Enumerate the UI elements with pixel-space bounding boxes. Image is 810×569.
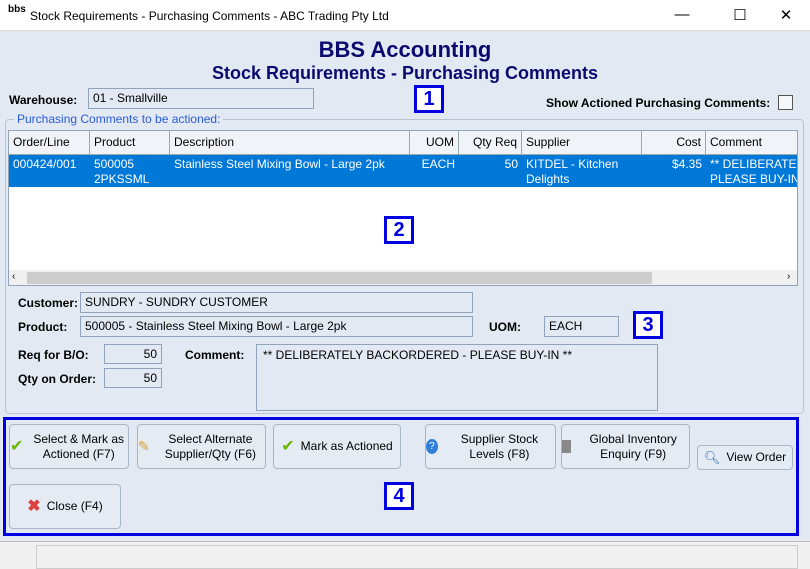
comment-label: Comment: (185, 348, 245, 362)
comment-line-1: ** DELIBERATE (710, 157, 797, 171)
status-panel (36, 545, 798, 569)
cell-uom: EACH (421, 157, 455, 171)
supplier-stock-levels-button[interactable]: ? Supplier Stock Levels (F8) (425, 424, 556, 469)
maximize-button[interactable]: ☐ (725, 6, 755, 24)
uom-field: EACH (544, 316, 619, 337)
group-label: Purchasing Comments to be actioned: (14, 112, 224, 126)
select-alternate-supplier-button[interactable]: ✎ Select Alternate Supplier/Qty (F6) (137, 424, 266, 469)
cell-description: Stainless Steel Mixing Bowl - Large 2pk (174, 157, 385, 171)
app-title: BBS Accounting (318, 37, 492, 62)
cell-cost: $4.35 (671, 157, 702, 171)
product-code: 500005 (94, 157, 135, 171)
mark-actioned-button[interactable]: ✔ Mark as Actioned (273, 424, 401, 469)
global-inventory-enquiry-button[interactable]: Global Inventory Enquiry (F9) (561, 424, 690, 469)
title-bar: bbs Stock Requirements - Purchasing Comm… (0, 0, 810, 31)
show-actioned-checkbox[interactable] (778, 95, 793, 110)
scroll-left-icon[interactable]: ‹ (12, 271, 15, 282)
close-button[interactable]: ✖ Close (F4) (9, 484, 121, 529)
scroll-right-icon[interactable]: › (787, 271, 790, 282)
comment-field[interactable]: ** DELIBERATELY BACKORDERED - PLEASE BUY… (256, 344, 658, 411)
product-label: Product: (18, 320, 68, 334)
req-bo-field: 50 (104, 344, 162, 364)
cell-comment: ** DELIBERATE PLEASE BUY-IN (706, 157, 798, 187)
col-product[interactable]: Product (90, 131, 170, 155)
window-title: Stock Requirements - Purchasing Comments… (30, 9, 389, 23)
check-icon: ✔ (10, 438, 24, 455)
scrollbar-thumb[interactable] (27, 272, 652, 284)
cell-order-line: 000424/001 (13, 157, 77, 171)
req-bo-label: Req for B/O: (18, 348, 89, 362)
edit-note-icon: ✎ (138, 438, 150, 454)
marker-1: 1 (414, 85, 444, 113)
minimize-button[interactable]: — (667, 6, 697, 23)
warehouse-label: Warehouse: (9, 93, 78, 107)
marker-3: 3 (633, 311, 663, 339)
table-row[interactable]: 000424/001 500005 2PKSSML Stainless Steel… (9, 155, 798, 187)
customer-label: Customer: (18, 296, 79, 310)
horizontal-scrollbar[interactable]: ‹ › (9, 270, 797, 285)
col-qty-req[interactable]: Qty Req (459, 131, 522, 155)
col-uom[interactable]: UOM (410, 131, 459, 155)
marker-4: 4 (384, 482, 414, 510)
col-order-line[interactable]: Order/Line (9, 131, 90, 155)
help-icon: ? (426, 439, 438, 454)
close-x-icon: ✖ (27, 498, 41, 515)
status-bar (0, 541, 810, 569)
cell-product: 500005 2PKSSML (90, 157, 170, 187)
uom-label: UOM: (489, 320, 521, 334)
product-field: 500005 - Stainless Steel Mixing Bowl - L… (80, 316, 473, 337)
supplier-line-1: KITDEL - Kitchen (526, 157, 619, 171)
product-code-2: 2PKSSML (94, 172, 150, 186)
col-supplier[interactable]: Supplier (522, 131, 642, 155)
cabinet-icon (562, 440, 572, 453)
qty-on-order-field: 50 (104, 368, 162, 388)
marker-2: 2 (384, 216, 414, 244)
comments-table[interactable]: Order/Line Product Description UOM Qty R… (8, 130, 798, 286)
select-mark-actioned-button[interactable]: ✔ Select & Mark as Actioned (F7) (9, 424, 129, 469)
page-title: Stock Requirements - Purchasing Comments (211, 63, 599, 83)
col-cost[interactable]: Cost (642, 131, 706, 155)
show-actioned-label: Show Actioned Purchasing Comments: (546, 96, 771, 110)
supplier-line-2: Delights (526, 172, 570, 186)
cell-qty-req: 50 (504, 157, 518, 171)
col-description[interactable]: Description (170, 131, 410, 155)
comment-line-2: PLEASE BUY-IN (710, 172, 798, 186)
check-icon: ✔ (281, 438, 295, 455)
qty-on-order-label: Qty on Order: (18, 372, 97, 386)
app-logo-icon: bbs (8, 4, 26, 15)
customer-field: SUNDRY - SUNDRY CUSTOMER (80, 292, 473, 313)
close-window-button[interactable]: ✕ (771, 6, 801, 24)
cell-supplier: KITDEL - Kitchen Delights (522, 157, 642, 187)
warehouse-field[interactable]: 01 - Smallville (88, 88, 314, 109)
view-order-button[interactable]: 🔍︎ View Order (697, 445, 793, 470)
col-comment[interactable]: Comment (706, 131, 797, 155)
magnifier-icon: 🔍︎ (703, 450, 721, 465)
